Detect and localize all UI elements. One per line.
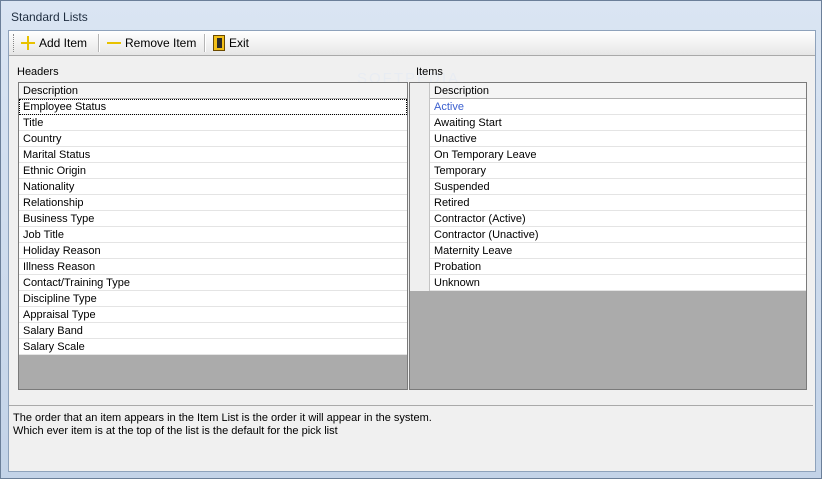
- items-row-label: Contractor (Active): [434, 212, 526, 225]
- info-line-2: Which ever item is at the top of the lis…: [13, 425, 338, 437]
- add-item-label: Add Item: [39, 36, 88, 50]
- headers-row[interactable]: Holiday Reason: [19, 243, 407, 259]
- row-indicator[interactable]: [410, 114, 430, 131]
- row-indicator-header: [410, 82, 430, 99]
- items-row-label: On Temporary Leave: [434, 148, 537, 161]
- exit-label: Exit: [229, 36, 250, 50]
- toolbar-separator: [204, 34, 206, 52]
- headers-row[interactable]: Illness Reason: [19, 259, 407, 275]
- headers-row[interactable]: Job Title: [19, 227, 407, 243]
- items-row[interactable]: Maternity Leave: [410, 242, 806, 259]
- headers-row[interactable]: Title: [19, 115, 407, 131]
- headers-row[interactable]: Employee Status: [19, 99, 407, 115]
- items-row[interactable]: Contractor (Active): [410, 210, 806, 227]
- plus-icon: [21, 36, 35, 50]
- items-row[interactable]: Contractor (Unactive): [410, 226, 806, 243]
- items-row[interactable]: Unknown: [410, 274, 806, 291]
- row-indicator[interactable]: [410, 258, 430, 275]
- items-label: Items: [416, 66, 443, 78]
- headers-grid[interactable]: Description Employee Status Title Country M…: [18, 82, 408, 390]
- remove-item-button[interactable]: Remove Item: [107, 33, 196, 53]
- headers-row[interactable]: Salary Scale: [19, 339, 407, 355]
- items-row[interactable]: Retired: [410, 194, 806, 211]
- headers-label: Headers: [17, 66, 59, 78]
- items-row-label: Maternity Leave: [434, 244, 513, 257]
- info-panel: The order that an item appears in the It…: [9, 405, 813, 469]
- items-row[interactable]: Temporary: [410, 162, 806, 179]
- items-column-label: Description: [434, 84, 490, 97]
- items-row-label: Awaiting Start: [434, 116, 502, 129]
- info-line-1: The order that an item appears in the It…: [13, 412, 432, 424]
- window-title: Standard Lists: [11, 10, 88, 24]
- add-item-button[interactable]: Add Item: [21, 33, 87, 53]
- items-column-header[interactable]: Description: [410, 82, 806, 99]
- exit-door-icon: [213, 35, 225, 51]
- row-indicator[interactable]: [410, 226, 430, 243]
- standard-lists-window: Standard Lists Add Item Remove Item Exit…: [0, 0, 822, 479]
- items-row[interactable]: Active: [410, 98, 806, 115]
- row-indicator[interactable]: [410, 130, 430, 147]
- toolbar-separator: [98, 34, 100, 52]
- headers-row[interactable]: Country: [19, 131, 407, 147]
- items-row[interactable]: Awaiting Start: [410, 114, 806, 131]
- headers-row[interactable]: Marital Status: [19, 147, 407, 163]
- items-row[interactable]: Probation: [410, 258, 806, 275]
- items-row[interactable]: On Temporary Leave: [410, 146, 806, 163]
- row-indicator[interactable]: [410, 210, 430, 227]
- items-row-label: Unknown: [434, 276, 480, 289]
- client-area: Add Item Remove Item Exit SOFTPEDIA Head…: [8, 30, 816, 472]
- items-row-label: Temporary: [434, 164, 486, 177]
- remove-item-label: Remove Item: [125, 36, 197, 50]
- headers-row[interactable]: Ethnic Origin: [19, 163, 407, 179]
- headers-rows: Employee Status Title Country Marital Statu…: [19, 99, 407, 355]
- row-indicator[interactable]: [410, 146, 430, 163]
- row-indicator[interactable]: [410, 162, 430, 179]
- items-row-label: Retired: [434, 196, 470, 209]
- items-grid[interactable]: Description Active Awaiting Start Unactive…: [409, 82, 807, 390]
- items-row-label: Contractor (Unactive): [434, 228, 539, 241]
- headers-row[interactable]: Business Type: [19, 211, 407, 227]
- items-row-label: Suspended: [434, 180, 490, 193]
- row-indicator[interactable]: [410, 274, 430, 291]
- items-row[interactable]: Suspended: [410, 178, 806, 195]
- items-row-label: Unactive: [434, 132, 477, 145]
- row-indicator[interactable]: [410, 242, 430, 259]
- headers-row[interactable]: Contact/Training Type: [19, 275, 407, 291]
- headers-row[interactable]: Appraisal Type: [19, 307, 407, 323]
- exit-button[interactable]: Exit: [213, 33, 249, 53]
- items-row[interactable]: Unactive: [410, 130, 806, 147]
- toolbar: Add Item Remove Item Exit: [9, 31, 815, 56]
- items-row-label: Probation: [434, 260, 482, 273]
- row-indicator[interactable]: [410, 194, 430, 211]
- headers-row[interactable]: Salary Band: [19, 323, 407, 339]
- items-row-label: Active: [434, 100, 464, 113]
- row-indicator[interactable]: [410, 178, 430, 195]
- toolbar-grip[interactable]: [13, 34, 17, 52]
- minus-icon: [107, 42, 121, 44]
- headers-row[interactable]: Discipline Type: [19, 291, 407, 307]
- headers-column-header[interactable]: Description: [19, 83, 407, 99]
- items-rows: Active Awaiting Start Unactive On Temporary…: [410, 98, 806, 291]
- headers-row[interactable]: Nationality: [19, 179, 407, 195]
- headers-row[interactable]: Relationship: [19, 195, 407, 211]
- row-indicator[interactable]: [410, 98, 430, 115]
